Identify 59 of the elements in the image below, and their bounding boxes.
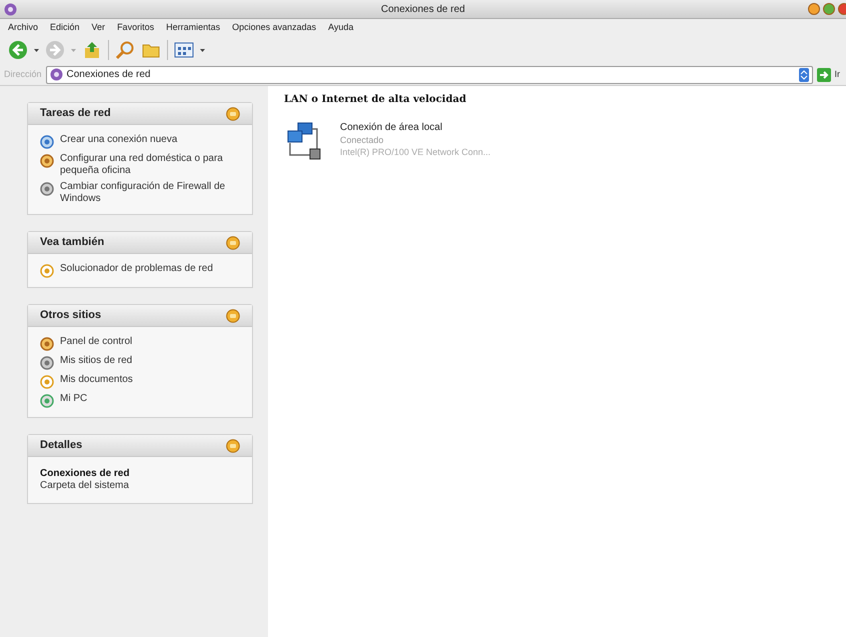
task-link[interactable]: Crear una conexión nueva: [60, 134, 178, 146]
task-link[interactable]: Mis sitios de red: [60, 355, 132, 367]
link-icon: [40, 135, 54, 149]
details-description: Carpeta del sistema: [40, 480, 130, 492]
details-name: Conexiones de red: [40, 468, 130, 480]
panel-header[interactable]: Vea también: [28, 232, 252, 254]
search-icon[interactable]: [115, 40, 135, 60]
connection-name: Conexión de área local: [340, 121, 444, 134]
back-icon[interactable]: [8, 40, 28, 60]
link-icon: [40, 182, 54, 196]
link-icon: [40, 356, 54, 370]
address-value: Conexiones de red: [66, 68, 152, 82]
dropdown-caret-icon[interactable]: [34, 48, 39, 52]
group-heading: LAN o Internet de alta velocidad: [284, 93, 468, 107]
task-link[interactable]: Mis documentos: [60, 374, 133, 386]
panel-title: Otros sitios: [40, 308, 102, 324]
connection-device: Intel(R) PRO/100 VE Network Conn...: [340, 146, 491, 158]
menu-item[interactable]: Ayuda: [328, 20, 354, 34]
task-link[interactable]: Solucionador de problemas de red: [60, 263, 213, 275]
address-label: Dirección: [4, 68, 42, 81]
address-field[interactable]: Conexiones de red: [46, 66, 812, 84]
window-title: Conexiones de red: [381, 2, 465, 16]
menu-item[interactable]: Ver: [92, 20, 106, 34]
menu-item[interactable]: Favoritos: [117, 20, 154, 34]
menu-item[interactable]: Opciones avanzadas: [232, 20, 316, 34]
folder-up-icon[interactable]: [82, 40, 102, 60]
go-label[interactable]: Ir: [834, 68, 842, 82]
menu-item[interactable]: Edición: [50, 20, 80, 34]
link-icon: [40, 337, 54, 351]
network-folder-icon: [50, 68, 63, 81]
link-icon: [40, 154, 54, 168]
go-icon[interactable]: [816, 68, 830, 82]
panel-header[interactable]: Tareas de red: [28, 103, 252, 125]
collapse-icon[interactable]: [226, 106, 240, 120]
panel-title: Detalles: [40, 438, 82, 454]
collapse-icon[interactable]: [226, 438, 240, 452]
views-icon[interactable]: [174, 42, 194, 58]
dropdown-stepper-icon[interactable]: [798, 68, 808, 82]
panel-header[interactable]: Otros sitios: [28, 305, 252, 327]
collapse-icon[interactable]: [226, 236, 240, 250]
connection-item[interactable]: Conexión de área local Conectado Intel(R) PRO/100 VE Network Conn...: [284, 121, 830, 161]
maximize-button[interactable]: [823, 3, 835, 15]
task-link[interactable]: Panel de control: [60, 336, 132, 348]
dropdown-caret-icon[interactable]: [200, 48, 205, 52]
panel-header[interactable]: Detalles: [28, 435, 252, 457]
link-icon: [40, 375, 54, 389]
app-icon: [4, 3, 17, 16]
link-icon: [40, 394, 54, 408]
link-icon: [40, 264, 54, 278]
menu-item[interactable]: Herramientas: [166, 20, 220, 34]
panel-title: Tareas de red: [40, 106, 111, 122]
task-link[interactable]: Configurar una red doméstica o para pequeña oficina: [60, 153, 240, 177]
menu-item[interactable]: Archivo: [8, 20, 38, 34]
minimize-button[interactable]: [808, 3, 820, 15]
collapse-icon[interactable]: [226, 308, 240, 322]
task-link[interactable]: Cambiar configuración de Firewall de Windows: [60, 181, 240, 205]
task-link[interactable]: Mi PC: [60, 393, 88, 405]
connection-status: Conectado: [340, 134, 385, 146]
panel-title: Vea también: [40, 235, 104, 250]
